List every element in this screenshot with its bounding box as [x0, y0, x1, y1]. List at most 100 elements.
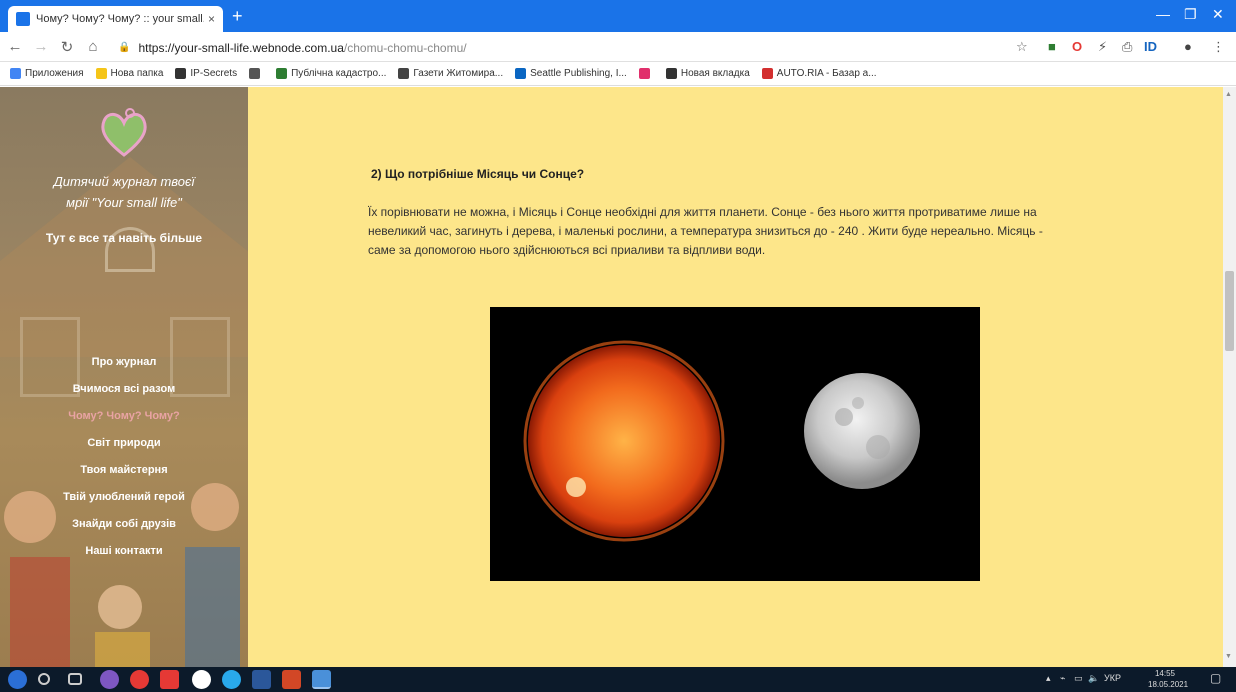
- bookmark-item[interactable]: Seattle Publishing, I...: [515, 68, 627, 79]
- window-close-icon[interactable]: ✕: [1212, 6, 1224, 23]
- back-arrow-icon[interactable]: ←: [4, 38, 26, 55]
- extension-id-icon[interactable]: ID: [1144, 39, 1157, 54]
- magazine-title: Дитячий журнал твоєї мрії "Your small li…: [0, 171, 248, 213]
- scroll-up-icon[interactable]: ▲: [1225, 91, 1232, 98]
- bookmark-label: Публічна кадастро...: [291, 68, 387, 79]
- forward-arrow-icon[interactable]: →: [30, 38, 52, 55]
- bookmark-item[interactable]: Приложения: [10, 68, 84, 79]
- browser-app-icon[interactable]: [192, 670, 211, 689]
- main-content: 2) Що потрібніше Місяць чи Сонце? Їх пор…: [248, 87, 1223, 667]
- minimize-icon[interactable]: —: [1156, 6, 1170, 22]
- bookmark-favicon-icon: [665, 68, 677, 79]
- bookmark-favicon-icon: [276, 68, 288, 79]
- notifications-icon[interactable]: ▢: [1210, 671, 1221, 685]
- sidebar-nav-item[interactable]: Світ природи: [0, 430, 248, 457]
- app-icon-alice[interactable]: [100, 670, 119, 689]
- tray-network-icon[interactable]: ⌁: [1060, 673, 1065, 684]
- question-heading: 2) Що потрібніше Місяць чи Сонце?: [371, 167, 585, 181]
- sidebar-nav-item[interactable]: Твій улюблений герой: [0, 484, 248, 511]
- bookmark-item[interactable]: AUTO.RIA - Базар а...: [761, 68, 877, 79]
- paint-app-icon[interactable]: [312, 670, 331, 689]
- bookmark-favicon-icon: [761, 68, 773, 79]
- bookmark-label: Приложения: [25, 68, 84, 79]
- tab-title: Чому? Чому? Чому? :: your small...: [36, 13, 204, 25]
- task-view-icon[interactable]: [68, 673, 82, 685]
- maximize-icon[interactable]: ❐: [1184, 6, 1197, 23]
- tray-volume-icon[interactable]: 🔈: [1088, 673, 1099, 684]
- bookmark-favicon-icon: [175, 68, 187, 79]
- windows-taskbar: ▴ ⌁ ▭ 🔈 УКР 14:55 18.05.2021 ▢: [0, 667, 1236, 692]
- bookmark-label: IP-Secrets: [190, 68, 238, 79]
- magazine-title-line2: мрії "Your small life": [66, 195, 182, 210]
- bookmarks-bar: Приложения Нова папка IP-Secrets Публічна к…: [0, 62, 1236, 86]
- bookmark-item[interactable]: IP-Secrets: [175, 68, 237, 79]
- bookmark-label: Seattle Publishing, I...: [530, 68, 627, 79]
- bookmark-favicon-icon: [249, 68, 261, 79]
- start-button-icon[interactable]: [8, 670, 27, 689]
- powerpoint-app-icon[interactable]: [282, 670, 301, 689]
- heart-logo-icon: [101, 108, 147, 157]
- clock-time: 14:55: [1154, 669, 1176, 678]
- tray-chevron-icon[interactable]: ▴: [1046, 673, 1051, 684]
- bookmark-item[interactable]: [638, 68, 654, 79]
- sidebar-nav-item[interactable]: Про журнал: [0, 349, 248, 376]
- bookmark-item[interactable]: [249, 68, 264, 79]
- url-field[interactable]: 🔒 https://your-small-life.webnode.com.ua…: [118, 38, 998, 58]
- bookmark-item[interactable]: Нова папка: [95, 68, 164, 79]
- magazine-subtitle: Тут є все та навіть більше: [45, 231, 203, 245]
- sidebar-nav-item[interactable]: Чому? Чому? Чому?: [0, 403, 248, 430]
- bookmark-favicon-icon: [10, 68, 21, 79]
- answer-paragraph: Їх порівнювати не можна, і Місяць і Сонц…: [368, 205, 1043, 257]
- bookmark-item[interactable]: Новая вкладка: [665, 68, 750, 79]
- bookmark-label: Новая вкладка: [680, 68, 750, 79]
- page-scrollbar[interactable]: ▲ ▼: [1223, 87, 1236, 667]
- extension-bolt-icon[interactable]: ⚡: [1098, 39, 1107, 55]
- browser-tab-bar: Чому? Чому? Чому? :: your small... × + —…: [0, 0, 1236, 32]
- web-page: Дитячий журнал твоєї мрії "Your small li…: [0, 87, 1236, 667]
- sidebar-nav-item[interactable]: Твоя майстерня: [0, 457, 248, 484]
- bookmark-label: AUTO.RIA - Базар а...: [776, 68, 877, 79]
- menu-dots-icon[interactable]: ⋮: [1212, 39, 1225, 55]
- sun-and-moon-image: [490, 307, 980, 581]
- home-icon[interactable]: ⌂: [82, 38, 104, 55]
- magazine-title-line1: Дитячий журнал твоєї: [53, 174, 195, 189]
- opera-app-icon[interactable]: [130, 670, 149, 689]
- bookmark-item[interactable]: Газети Житомира...: [398, 68, 503, 79]
- extension-print-icon[interactable]: ⎙: [1122, 39, 1132, 55]
- yandex-app-icon[interactable]: [160, 670, 179, 689]
- opera-extension-icon[interactable]: O: [1072, 39, 1082, 54]
- scroll-down-icon[interactable]: ▼: [1225, 653, 1232, 660]
- moon-icon: [804, 373, 920, 489]
- reload-icon[interactable]: ↻: [56, 38, 78, 56]
- clock[interactable]: 14:55 18.05.2021: [1148, 668, 1188, 690]
- bookmark-star-icon[interactable]: ☆: [1016, 39, 1028, 55]
- telegram-app-icon[interactable]: [222, 670, 241, 689]
- clock-date: 18.05.2021: [1148, 680, 1189, 689]
- sidebar-nav-item[interactable]: Вчимося всі разом: [0, 376, 248, 403]
- extension-icon[interactable]: ■: [1048, 39, 1056, 54]
- tab-close-icon[interactable]: ×: [208, 12, 215, 26]
- bookmark-favicon-icon: [398, 68, 410, 79]
- search-icon[interactable]: [38, 673, 50, 685]
- url-path: /chomu-chomu-chomu/: [343, 41, 467, 55]
- site-favicon-icon: [16, 12, 30, 26]
- bookmark-favicon-icon: [95, 68, 107, 79]
- sidebar-nav: Про журнал Вчимося всі разом Чому? Чому? Ч…: [0, 349, 248, 565]
- sidebar: Дитячий журнал твоєї мрії "Your small li…: [0, 87, 248, 667]
- bookmark-item[interactable]: Публічна кадастро...: [276, 68, 386, 79]
- sidebar-nav-item[interactable]: Знайди собі друзів: [0, 511, 248, 538]
- sun-moon-picture: [523, 340, 920, 542]
- tray-battery-icon[interactable]: ▭: [1074, 673, 1083, 684]
- new-tab-button[interactable]: +: [232, 7, 243, 25]
- sidebar-nav-item[interactable]: Наші контакти: [0, 538, 248, 565]
- url-host: https://your-small-life.webnode.com.ua: [138, 41, 344, 55]
- word-app-icon[interactable]: [252, 670, 271, 689]
- address-bar-row: ← → ↻ ⌂ 🔒 https://your-small-life.webnod…: [0, 32, 1236, 62]
- language-indicator[interactable]: УКР: [1104, 673, 1121, 683]
- browser-tab[interactable]: Чому? Чому? Чому? :: your small... ×: [8, 6, 223, 32]
- profile-avatar-icon[interactable]: ●: [1184, 39, 1192, 54]
- lock-icon: 🔒: [118, 42, 131, 53]
- bookmark-favicon-icon: [515, 68, 527, 79]
- scrollbar-thumb[interactable]: [1225, 271, 1234, 351]
- bookmark-label: Нова папка: [110, 68, 164, 79]
